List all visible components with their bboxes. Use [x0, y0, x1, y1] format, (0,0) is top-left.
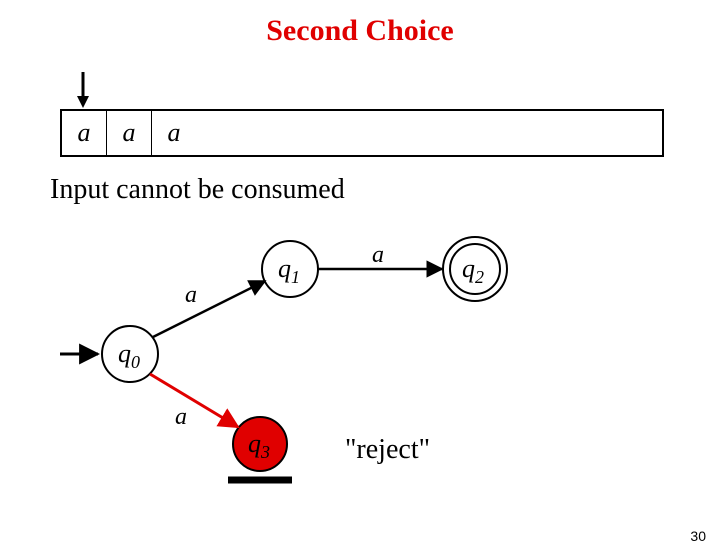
input-tape: a a a [60, 109, 664, 157]
edge-q0-q1 [153, 281, 265, 337]
tape-cell: a [152, 111, 196, 155]
tape-cell: a [107, 111, 152, 155]
tape-cell: a [62, 111, 107, 155]
edge-q0-q3-label: a [175, 404, 187, 430]
edge-q0-q1-label: a [185, 282, 197, 308]
edge-q1-q2-label: a [372, 242, 384, 268]
automaton-diagram: q0 q1 q2 q3 a a a [60, 224, 620, 504]
cannot-consume-text: Input cannot be consumed [50, 174, 345, 206]
reject-label: "reject" [345, 434, 430, 466]
tape-head-arrow [73, 70, 93, 113]
slide-title: Second Choice [0, 14, 720, 48]
edge-q0-q3 [150, 374, 238, 427]
slide-number: 30 [690, 528, 706, 544]
